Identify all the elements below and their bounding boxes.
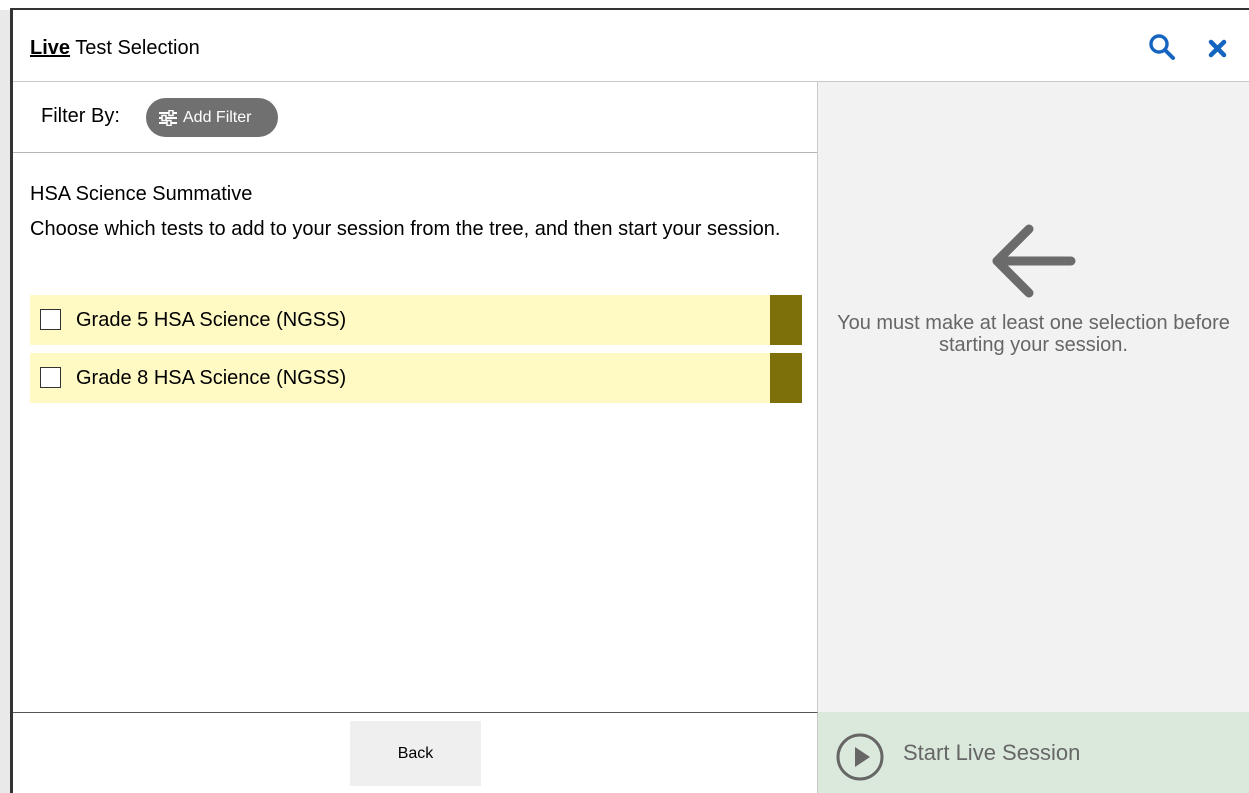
- start-live-session-label: Start Live Session: [903, 740, 1081, 765]
- dialog-header: Live Test Selection: [13, 10, 1249, 82]
- test-color-swatch: [770, 353, 802, 403]
- test-color-swatch: [770, 295, 802, 345]
- title-text: Test Selection: [75, 37, 200, 59]
- section-title: HSA Science Summative: [30, 183, 253, 205]
- filter-bar: Filter By: Add Filter: [13, 82, 817, 153]
- title-live: Live: [30, 37, 71, 59]
- test-row-grade-5[interactable]: Grade 5 HSA Science (NGSS): [30, 295, 802, 345]
- background-top-edge: [0, 0, 1249, 10]
- checkbox[interactable]: [40, 367, 61, 388]
- arrow-left-icon: [992, 224, 1076, 298]
- back-button[interactable]: Back: [350, 721, 481, 786]
- close-icon: [1208, 39, 1227, 58]
- test-selection-dialog: Live Test Selection Filter By: Add Filte…: [10, 10, 1249, 793]
- selection-required-message: You must make at least one selection bef…: [837, 312, 1230, 356]
- selection-summary-panel: You must make at least one selection bef…: [818, 82, 1249, 712]
- test-label: Grade 5 HSA Science (NGSS): [76, 309, 347, 331]
- footer-left: Back: [13, 712, 818, 793]
- instructions-text: Choose which tests to add to your sessio…: [30, 218, 781, 240]
- close-button[interactable]: [1203, 32, 1233, 62]
- add-filter-label: Add Filter: [183, 109, 252, 126]
- play-circle-icon: [836, 733, 884, 781]
- search-icon: [1149, 34, 1175, 60]
- test-label: Grade 8 HSA Science (NGSS): [76, 367, 347, 389]
- add-filter-button[interactable]: Add Filter: [146, 98, 278, 137]
- dialog-title: Live Test Selection: [30, 36, 200, 60]
- test-tree-panel: Filter By: Add Filter HSA Science Summat…: [13, 82, 818, 712]
- sliders-icon: [159, 110, 177, 126]
- search-button[interactable]: [1147, 32, 1177, 62]
- start-live-session-button[interactable]: Start Live Session: [818, 712, 1249, 793]
- checkbox[interactable]: [40, 309, 61, 330]
- filter-label: Filter By:: [41, 105, 120, 127]
- test-row-grade-8[interactable]: Grade 8 HSA Science (NGSS): [30, 353, 802, 403]
